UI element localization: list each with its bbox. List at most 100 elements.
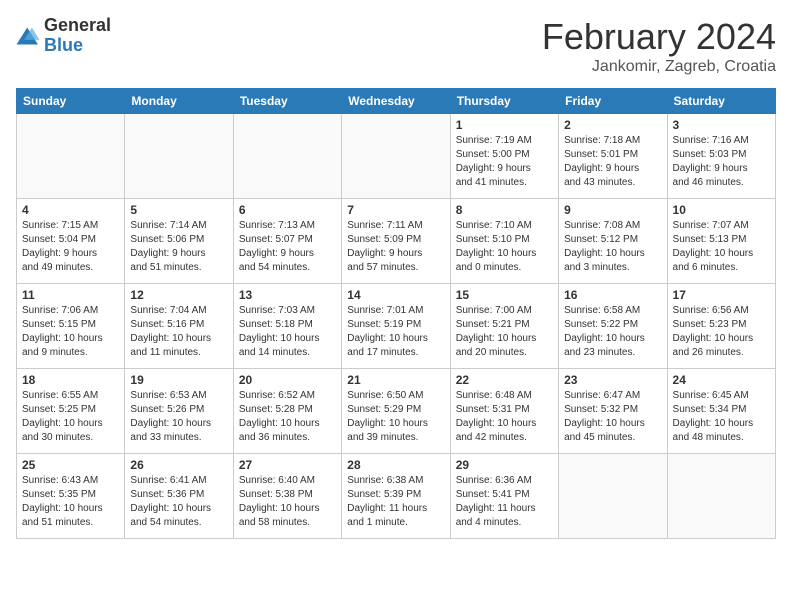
day-number: 18 — [22, 373, 119, 387]
day-number: 1 — [456, 118, 553, 132]
calendar-cell: 13Sunrise: 7:03 AM Sunset: 5:18 PM Dayli… — [233, 284, 341, 369]
calendar-cell — [17, 114, 125, 199]
logo-blue-text: Blue — [44, 36, 111, 56]
day-number: 5 — [130, 203, 227, 217]
logo-icon — [16, 26, 40, 46]
day-detail: Sunrise: 7:18 AM Sunset: 5:01 PM Dayligh… — [564, 134, 661, 190]
day-detail: Sunrise: 7:06 AM Sunset: 5:15 PM Dayligh… — [22, 304, 119, 360]
day-number: 27 — [239, 458, 336, 472]
calendar-cell: 14Sunrise: 7:01 AM Sunset: 5:19 PM Dayli… — [342, 284, 450, 369]
calendar-cell: 26 Sunrise: 6:41 AM Sunset: 5:36 PM Dayli… — [125, 454, 233, 539]
day-number: 19 — [130, 373, 227, 387]
day-number: 10 — [673, 203, 770, 217]
day-detail: Sunrise: 7:14 AM Sunset: 5:06 PM Dayligh… — [130, 219, 227, 275]
day-detail: Sunrise: 7:13 AM Sunset: 5:07 PM Dayligh… — [239, 219, 336, 275]
calendar-cell: 19 Sunrise: 6:53 AM Sunset: 5:26 PM Dayli… — [125, 369, 233, 454]
week-row-4: 18 Sunrise: 6:55 AM Sunset: 5:25 PM Dayli… — [17, 369, 776, 454]
day-detail: Sunrise: 6:50 AM Sunset: 5:29 PM Dayligh… — [347, 389, 444, 445]
page-header: General Blue February 2024 Jankomir, Zag… — [16, 16, 776, 76]
day-number: 2 — [564, 118, 661, 132]
calendar-cell: 6 Sunrise: 7:13 AM Sunset: 5:07 PM Daylig… — [233, 199, 341, 284]
week-row-2: 4Sunrise: 7:15 AM Sunset: 5:04 PM Daylig… — [17, 199, 776, 284]
calendar-cell: 28 Sunrise: 6:38 AM Sunset: 5:39 PM Dayli… — [342, 454, 450, 539]
day-number: 22 — [456, 373, 553, 387]
calendar-table: SundayMondayTuesdayWednesdayThursdayFrid… — [16, 88, 776, 539]
week-row-1: 1 Sunrise: 7:19 AM Sunset: 5:00 PM Daylig… — [17, 114, 776, 199]
day-detail: Sunrise: 7:04 AM Sunset: 5:16 PM Dayligh… — [130, 304, 227, 360]
day-number: 3 — [673, 118, 770, 132]
week-row-5: 25Sunrise: 6:43 AM Sunset: 5:35 PM Dayli… — [17, 454, 776, 539]
day-number: 9 — [564, 203, 661, 217]
day-number: 23 — [564, 373, 661, 387]
day-detail: Sunrise: 6:41 AM Sunset: 5:36 PM Dayligh… — [130, 474, 227, 530]
day-number: 29 — [456, 458, 553, 472]
calendar-cell: 9 Sunrise: 7:08 AM Sunset: 5:12 PM Daylig… — [559, 199, 667, 284]
calendar-cell — [342, 114, 450, 199]
day-number: 15 — [456, 288, 553, 302]
calendar-cell: 23 Sunrise: 6:47 AM Sunset: 5:32 PM Dayli… — [559, 369, 667, 454]
calendar-cell: 8 Sunrise: 7:10 AM Sunset: 5:10 PM Daylig… — [450, 199, 558, 284]
day-number: 17 — [673, 288, 770, 302]
calendar-cell: 18 Sunrise: 6:55 AM Sunset: 5:25 PM Dayli… — [17, 369, 125, 454]
day-number: 26 — [130, 458, 227, 472]
calendar-cell: 2 Sunrise: 7:18 AM Sunset: 5:01 PM Daylig… — [559, 114, 667, 199]
day-number: 4 — [22, 203, 119, 217]
title-block: February 2024 Jankomir, Zagreb, Croatia — [542, 16, 776, 76]
location: Jankomir, Zagreb, Croatia — [542, 58, 776, 76]
day-detail: Sunrise: 6:40 AM Sunset: 5:38 PM Dayligh… — [239, 474, 336, 530]
day-detail: Sunrise: 7:00 AM Sunset: 5:21 PM Dayligh… — [456, 304, 553, 360]
day-number: 7 — [347, 203, 444, 217]
weekday-header-tuesday: Tuesday — [233, 89, 341, 114]
day-detail: Sunrise: 7:10 AM Sunset: 5:10 PM Dayligh… — [456, 219, 553, 275]
calendar-cell: 10 Sunrise: 7:07 AM Sunset: 5:13 PM Dayli… — [667, 199, 775, 284]
day-detail: Sunrise: 7:16 AM Sunset: 5:03 PM Dayligh… — [673, 134, 770, 190]
calendar-cell: 22Sunrise: 6:48 AM Sunset: 5:31 PM Dayli… — [450, 369, 558, 454]
day-detail: Sunrise: 6:38 AM Sunset: 5:39 PM Dayligh… — [347, 474, 444, 530]
day-number: 8 — [456, 203, 553, 217]
day-number: 25 — [22, 458, 119, 472]
calendar-cell — [233, 114, 341, 199]
calendar-cell: 1 Sunrise: 7:19 AM Sunset: 5:00 PM Daylig… — [450, 114, 558, 199]
calendar-cell: 17 Sunrise: 6:56 AM Sunset: 5:23 PM Dayli… — [667, 284, 775, 369]
day-detail: Sunrise: 7:07 AM Sunset: 5:13 PM Dayligh… — [673, 219, 770, 275]
day-number: 14 — [347, 288, 444, 302]
day-detail: Sunrise: 7:19 AM Sunset: 5:00 PM Dayligh… — [456, 134, 553, 190]
day-detail: Sunrise: 6:55 AM Sunset: 5:25 PM Dayligh… — [22, 389, 119, 445]
weekday-header-sunday: Sunday — [17, 89, 125, 114]
calendar-cell: 5 Sunrise: 7:14 AM Sunset: 5:06 PM Daylig… — [125, 199, 233, 284]
week-row-3: 11 Sunrise: 7:06 AM Sunset: 5:15 PM Dayli… — [17, 284, 776, 369]
day-number: 11 — [22, 288, 119, 302]
day-detail: Sunrise: 6:45 AM Sunset: 5:34 PM Dayligh… — [673, 389, 770, 445]
day-number: 28 — [347, 458, 444, 472]
day-number: 12 — [130, 288, 227, 302]
calendar-cell: 16Sunrise: 6:58 AM Sunset: 5:22 PM Dayli… — [559, 284, 667, 369]
day-detail: Sunrise: 6:47 AM Sunset: 5:32 PM Dayligh… — [564, 389, 661, 445]
calendar-cell: 7 Sunrise: 7:11 AM Sunset: 5:09 PM Daylig… — [342, 199, 450, 284]
calendar-cell: 4Sunrise: 7:15 AM Sunset: 5:04 PM Daylig… — [17, 199, 125, 284]
calendar-cell: 11 Sunrise: 7:06 AM Sunset: 5:15 PM Dayli… — [17, 284, 125, 369]
calendar-cell: 21Sunrise: 6:50 AM Sunset: 5:29 PM Dayli… — [342, 369, 450, 454]
day-detail: Sunrise: 7:03 AM Sunset: 5:18 PM Dayligh… — [239, 304, 336, 360]
weekday-header-thursday: Thursday — [450, 89, 558, 114]
weekday-header-wednesday: Wednesday — [342, 89, 450, 114]
day-detail: Sunrise: 6:53 AM Sunset: 5:26 PM Dayligh… — [130, 389, 227, 445]
calendar-cell: 24Sunrise: 6:45 AM Sunset: 5:34 PM Dayli… — [667, 369, 775, 454]
logo-general-text: General — [44, 16, 111, 36]
calendar-cell: 12 Sunrise: 7:04 AM Sunset: 5:16 PM Dayli… — [125, 284, 233, 369]
day-detail: Sunrise: 7:11 AM Sunset: 5:09 PM Dayligh… — [347, 219, 444, 275]
calendar-cell: 27 Sunrise: 6:40 AM Sunset: 5:38 PM Dayli… — [233, 454, 341, 539]
weekday-header-friday: Friday — [559, 89, 667, 114]
calendar-cell — [667, 454, 775, 539]
day-number: 16 — [564, 288, 661, 302]
day-number: 6 — [239, 203, 336, 217]
logo: General Blue — [16, 16, 111, 56]
calendar-cell: 20Sunrise: 6:52 AM Sunset: 5:28 PM Dayli… — [233, 369, 341, 454]
day-detail: Sunrise: 6:52 AM Sunset: 5:28 PM Dayligh… — [239, 389, 336, 445]
day-detail: Sunrise: 6:56 AM Sunset: 5:23 PM Dayligh… — [673, 304, 770, 360]
weekday-header-saturday: Saturday — [667, 89, 775, 114]
month-year: February 2024 — [542, 16, 776, 58]
calendar-cell: 29Sunrise: 6:36 AM Sunset: 5:41 PM Dayli… — [450, 454, 558, 539]
calendar-cell: 15 Sunrise: 7:00 AM Sunset: 5:21 PM Dayli… — [450, 284, 558, 369]
day-detail: Sunrise: 7:08 AM Sunset: 5:12 PM Dayligh… — [564, 219, 661, 275]
calendar-cell: 25Sunrise: 6:43 AM Sunset: 5:35 PM Dayli… — [17, 454, 125, 539]
